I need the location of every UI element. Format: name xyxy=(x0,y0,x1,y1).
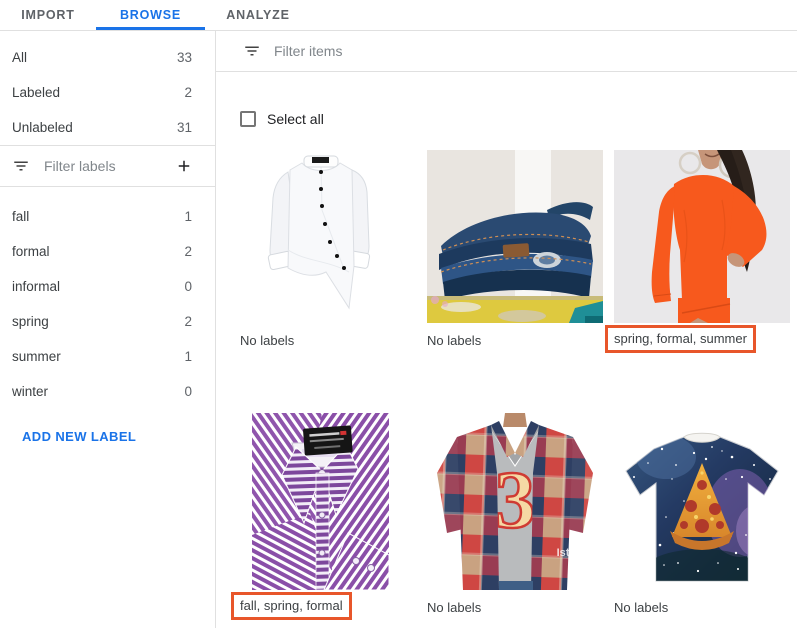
label-name: winter xyxy=(12,384,48,399)
highlighted-label-box: spring, formal, summer xyxy=(605,325,756,353)
sidebar-label-winter[interactable]: winter 0 xyxy=(0,374,215,409)
plus-icon xyxy=(175,157,193,175)
filter-list-icon xyxy=(12,157,30,175)
label-count: 2 xyxy=(184,314,192,329)
filter-items-input[interactable] xyxy=(272,42,797,60)
item-tile-white-shirt[interactable]: No labels xyxy=(240,150,416,350)
item-tile-galaxy-pizza-tshirt[interactable]: No labels xyxy=(614,413,790,617)
tab-bar: IMPORT BROWSE ANALYZE xyxy=(0,0,797,31)
item-caption: spring, formal, summer xyxy=(614,332,790,350)
filter-labels-row xyxy=(0,146,215,187)
item-tile-purple-striped-shirt[interactable]: fall, spring, formal xyxy=(240,413,416,617)
filter-list-icon xyxy=(243,42,261,60)
label-count: 0 xyxy=(184,384,192,399)
sidebar-label-spring[interactable]: spring 2 xyxy=(0,304,215,339)
count-value: 33 xyxy=(177,50,192,65)
image-grid: No labels xyxy=(240,150,790,617)
sidebar-label-summer[interactable]: summer 1 xyxy=(0,339,215,374)
count-label: Labeled xyxy=(12,85,60,100)
add-new-label-button[interactable]: ADD NEW LABEL xyxy=(0,429,215,444)
item-caption: No labels xyxy=(240,332,416,350)
item-image-plaid-shirt: 3 Istyle99 xyxy=(427,413,603,590)
sidebar-label-formal[interactable]: formal 2 xyxy=(0,234,215,269)
label-count: 1 xyxy=(184,349,192,364)
item-image-jeans-stack xyxy=(427,150,603,323)
label-count: 1 xyxy=(184,209,192,224)
add-label-plus-button[interactable] xyxy=(173,155,195,177)
select-all-label: Select all xyxy=(267,111,324,127)
filter-items-row xyxy=(216,31,797,72)
label-name: spring xyxy=(12,314,49,329)
main-panel: Select all xyxy=(216,31,797,628)
sidebar-labels-list: fall 1 formal 2 informal 0 spring 2 summ… xyxy=(0,187,215,409)
filter-labels-input[interactable] xyxy=(42,157,161,175)
item-caption: fall, spring, formal xyxy=(240,599,416,617)
tab-import[interactable]: IMPORT xyxy=(0,0,96,30)
label-name: summer xyxy=(12,349,61,364)
sidebar-item-all[interactable]: All 33 xyxy=(0,40,215,75)
item-caption: No labels xyxy=(614,599,790,617)
dataset-browser-window: IMPORT BROWSE ANALYZE All 33 Labeled 2 U… xyxy=(0,0,797,628)
sidebar: All 33 Labeled 2 Unlabeled 31 xyxy=(0,31,216,628)
item-tile-plaid-shirt[interactable]: 3 Istyle99 xyxy=(427,413,603,617)
highlighted-label-box: fall, spring, formal xyxy=(231,592,352,620)
label-count: 0 xyxy=(184,279,192,294)
label-count: 2 xyxy=(184,244,192,259)
count-label: Unlabeled xyxy=(12,120,73,135)
sidebar-counts: All 33 Labeled 2 Unlabeled 31 xyxy=(0,31,215,146)
count-label: All xyxy=(12,50,27,65)
tab-analyze[interactable]: ANALYZE xyxy=(205,0,311,30)
watermark-text: Istyle99 xyxy=(557,547,597,559)
label-name: formal xyxy=(12,244,50,259)
count-value: 31 xyxy=(177,120,192,135)
select-all-checkbox[interactable] xyxy=(240,111,256,127)
item-caption: No labels xyxy=(427,599,603,617)
label-name: informal xyxy=(12,279,60,294)
item-tile-jeans-stack[interactable]: No labels xyxy=(427,150,603,350)
count-value: 2 xyxy=(184,85,192,100)
item-image-orange-dress xyxy=(614,150,790,323)
sidebar-label-fall[interactable]: fall 1 xyxy=(0,199,215,234)
item-image-white-shirt xyxy=(252,150,389,323)
item-caption: No labels xyxy=(427,332,603,350)
item-image-purple-striped-shirt xyxy=(252,413,389,590)
tee-number: 3 xyxy=(495,454,536,545)
tab-browse[interactable]: BROWSE xyxy=(96,0,205,30)
select-all-row: Select all xyxy=(240,110,797,128)
item-tile-orange-dress[interactable]: spring, formal, summer xyxy=(614,150,790,350)
sidebar-item-labeled[interactable]: Labeled 2 xyxy=(0,75,215,110)
sidebar-item-unlabeled[interactable]: Unlabeled 31 xyxy=(0,110,215,145)
label-name: fall xyxy=(12,209,29,224)
sidebar-label-informal[interactable]: informal 0 xyxy=(0,269,215,304)
item-image-galaxy-pizza-tshirt xyxy=(614,413,789,590)
